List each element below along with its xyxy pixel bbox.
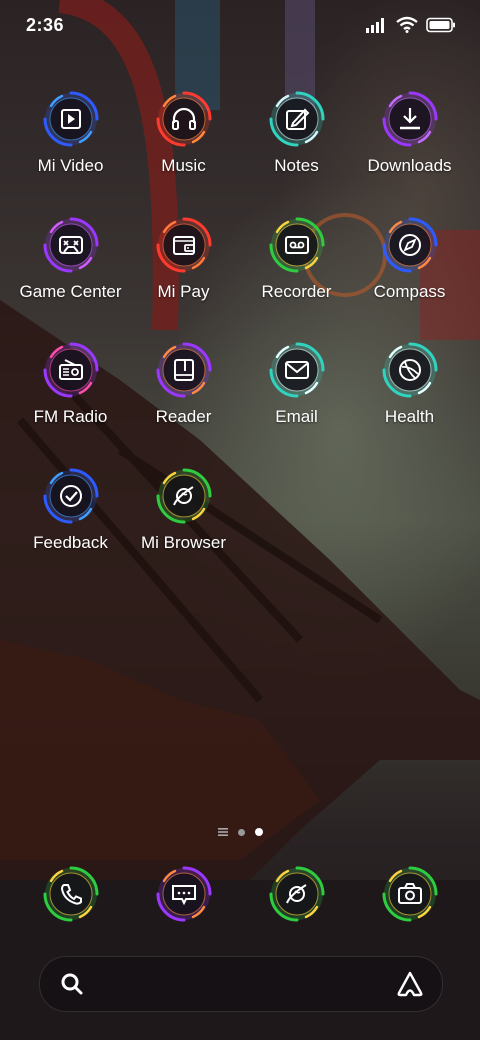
page-indicator <box>0 828 480 836</box>
page-dot-active[interactable] <box>254 828 263 836</box>
book-icon[interactable] <box>155 341 213 399</box>
gamepad-icon[interactable] <box>42 216 100 274</box>
dock-camera[interactable] <box>353 862 466 926</box>
edit-note-icon[interactable] <box>268 90 326 148</box>
app-health[interactable]: Health <box>353 341 466 467</box>
app-label: Health <box>384 407 435 426</box>
app-label: Game Center <box>19 281 122 301</box>
app-mi-pay[interactable]: Mi Pay <box>127 216 240 342</box>
app-notes[interactable]: Notes <box>240 90 353 216</box>
dock-browser[interactable] <box>240 862 353 926</box>
app-email[interactable]: Email <box>240 341 353 467</box>
radio-icon[interactable] <box>42 341 100 399</box>
app-mi-browser[interactable]: Mi Browser <box>127 467 240 593</box>
wifi-icon <box>396 16 418 33</box>
app-label: FM Radio <box>33 407 108 426</box>
app-label: Downloads <box>367 156 452 175</box>
app-feedback[interactable]: Feedback <box>14 467 127 593</box>
check-circle-icon[interactable] <box>42 467 100 525</box>
play-icon[interactable] <box>42 90 100 148</box>
heart-circle-icon[interactable] <box>381 341 439 399</box>
headphones-icon[interactable] <box>155 90 213 148</box>
battery-icon <box>426 17 455 32</box>
app-grid: Mi Video Music Notes Downloads Game Center Mi… <box>14 90 466 592</box>
app-label: Mi Browser <box>140 532 226 552</box>
app-compass[interactable]: Compass <box>353 216 466 342</box>
app-game-center[interactable]: Game Center <box>14 216 127 342</box>
mail-icon[interactable] <box>268 341 326 399</box>
app-label: Reader <box>155 407 212 426</box>
phone-icon[interactable] <box>42 865 100 923</box>
dock-messages[interactable] <box>127 862 240 926</box>
app-label: Notes <box>274 156 319 175</box>
camera-icon[interactable] <box>381 865 439 923</box>
app-label: Compass <box>373 281 446 301</box>
wallet-icon[interactable] <box>155 216 213 274</box>
app-fm-radio[interactable]: FM Radio <box>14 341 127 467</box>
planet-icon[interactable] <box>268 865 326 923</box>
compass-icon[interactable] <box>381 216 439 274</box>
app-mi-video[interactable]: Mi Video <box>14 90 127 216</box>
dock <box>14 862 466 926</box>
app-recorder[interactable]: Recorder <box>240 216 353 342</box>
app-label: Mi Pay <box>157 281 210 301</box>
app-label: Email <box>275 407 318 426</box>
app-reader[interactable]: Reader <box>127 341 240 467</box>
search-bar[interactable] <box>39 956 443 1012</box>
planet-icon[interactable] <box>155 467 213 525</box>
status-icons <box>366 16 456 33</box>
download-icon[interactable] <box>381 90 439 148</box>
app-label: Recorder <box>261 281 332 301</box>
app-label: Feedback <box>33 532 108 552</box>
app-music[interactable]: Music <box>127 90 240 216</box>
search-icon[interactable] <box>60 972 84 996</box>
status-time: 2:36 <box>26 15 65 35</box>
cassette-icon[interactable] <box>268 216 326 274</box>
app-label: Music <box>161 156 206 175</box>
feed-page-icon <box>217 828 228 836</box>
status-bar: 2:36 <box>0 0 480 50</box>
chat-icon[interactable] <box>155 865 213 923</box>
app-downloads[interactable]: Downloads <box>353 90 466 216</box>
page-dot[interactable] <box>237 828 245 836</box>
signal-icon <box>366 17 384 33</box>
app-label: Mi Video <box>37 156 104 175</box>
assistant-icon[interactable] <box>396 970 424 998</box>
dock-phone[interactable] <box>14 862 127 926</box>
